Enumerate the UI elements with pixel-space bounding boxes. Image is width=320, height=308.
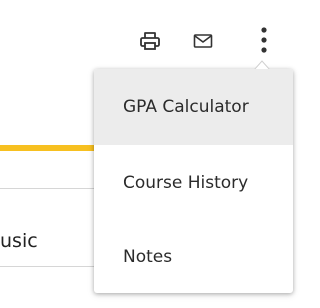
menu-item-course-history[interactable]: Course History bbox=[94, 145, 293, 221]
more-vertical-icon[interactable] bbox=[257, 25, 271, 59]
menu-item-notes[interactable]: Notes bbox=[94, 221, 293, 293]
screen: usic GPA Calculator Course History Notes bbox=[0, 0, 304, 308]
accent-bar bbox=[0, 145, 95, 151]
print-icon[interactable] bbox=[139, 31, 161, 51]
divider bbox=[0, 266, 95, 267]
menu-item-label: Course History bbox=[123, 173, 249, 193]
mail-icon[interactable] bbox=[193, 33, 213, 49]
menu-item-gpa-calculator[interactable]: GPA Calculator bbox=[94, 69, 293, 145]
menu-item-label: Notes bbox=[123, 247, 173, 267]
list-item-text[interactable]: usic bbox=[0, 229, 38, 253]
divider bbox=[0, 188, 95, 189]
menu-item-label: GPA Calculator bbox=[123, 97, 249, 117]
overflow-menu: GPA Calculator Course History Notes bbox=[94, 60, 293, 293]
